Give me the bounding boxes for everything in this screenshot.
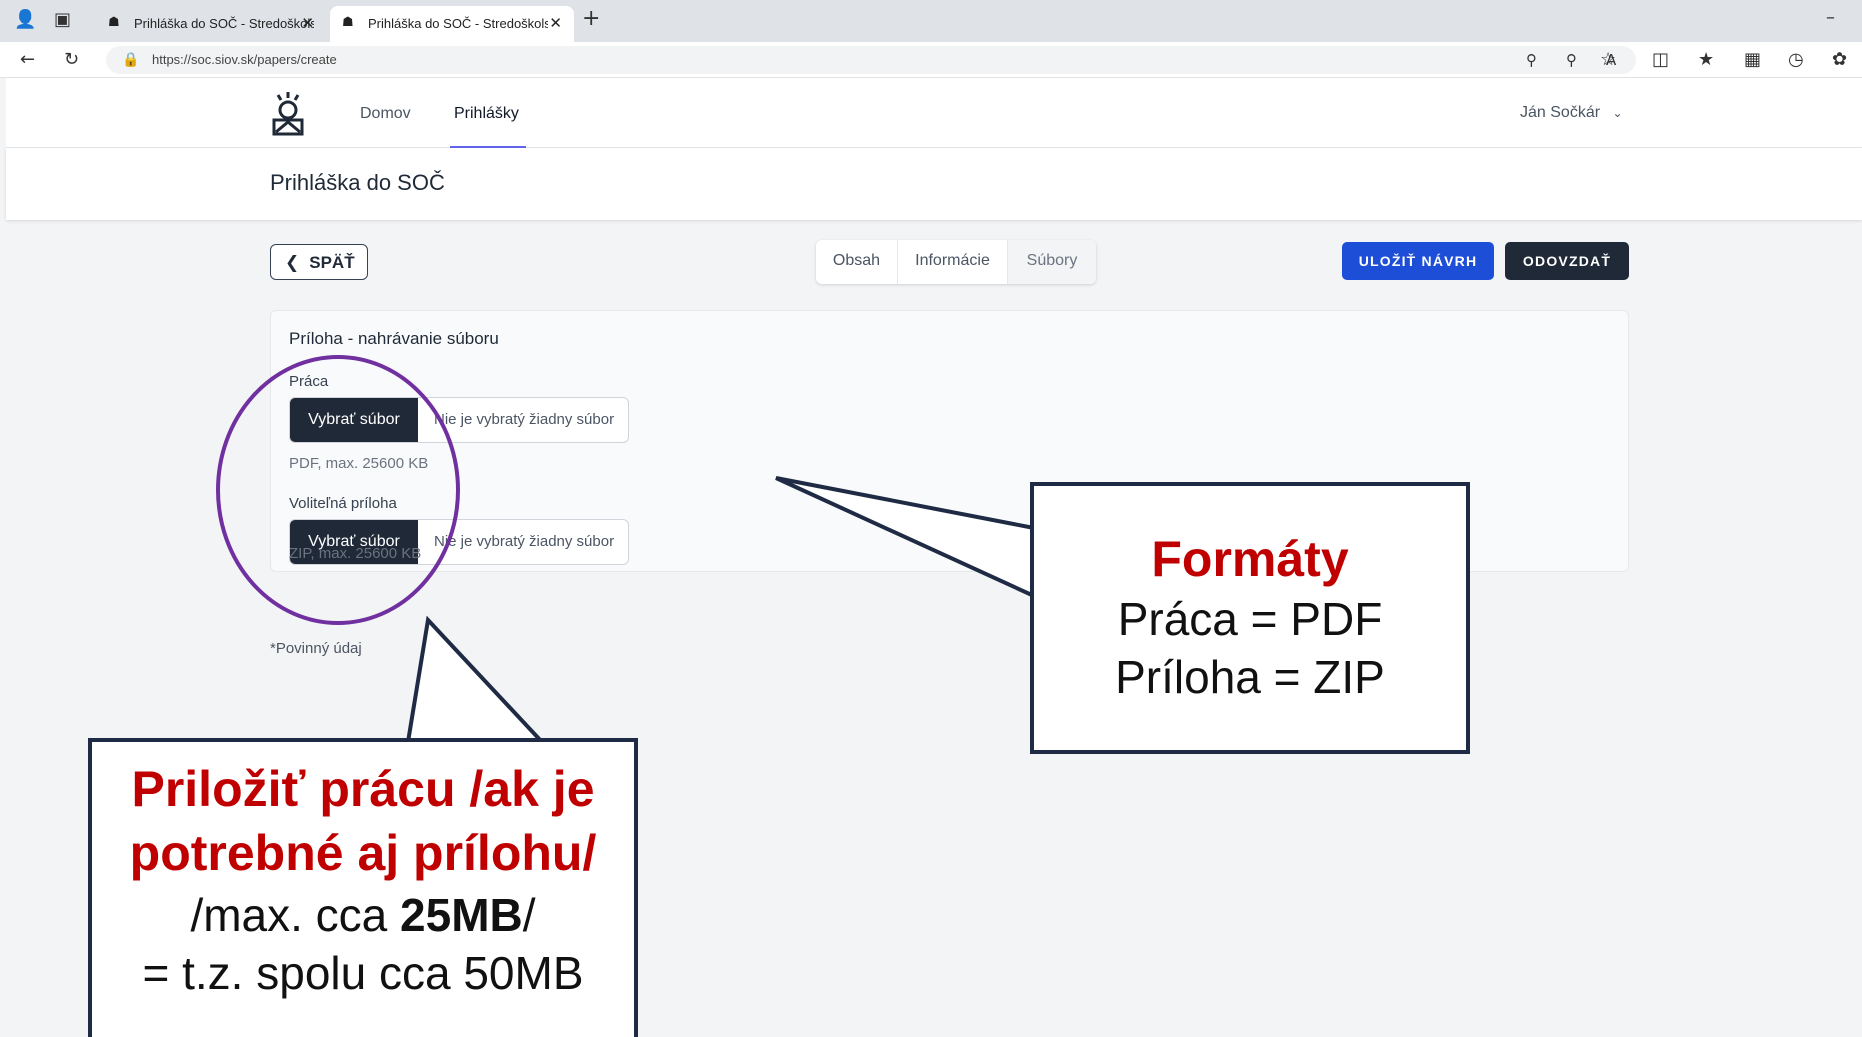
choose-file-button[interactable]: Vybrať súbor [290, 398, 418, 442]
tab-files[interactable]: Súbory [1008, 240, 1096, 284]
extensions-icon[interactable]: ✿ [1832, 50, 1847, 70]
url-field[interactable]: 🔒 https://soc.siov.sk/papers/create ⚲ ⚲ … [106, 46, 1636, 74]
key-icon[interactable]: ⚲ [1526, 50, 1537, 70]
browser-tab-1[interactable]: ☗ Prihláška do SOČ - Stredoškolská ✕ [96, 6, 326, 42]
optional-attachment-label: Voliteľná príloha [289, 495, 397, 512]
browser-tab-bar: 👤 ▣ ☗ Prihláška do SOČ - Stredoškolská ✕… [0, 0, 1862, 42]
web-page: Domov Prihlášky Ján Sočkár ⌄ Prihláška d… [6, 78, 1862, 1037]
new-tab-icon[interactable]: + [582, 8, 600, 30]
lock-icon[interactable]: 🔒 [122, 50, 139, 70]
submit-button[interactable]: ODOVZDAŤ [1505, 242, 1629, 280]
file-upload-card: Príloha - nahrávanie súboru Práca Vybrať… [270, 310, 1629, 572]
optional-attachment-hint: ZIP, max. 25600 KB [289, 545, 422, 562]
close-tab-icon[interactable]: ✕ [549, 14, 562, 32]
nav-home-link[interactable]: Domov [360, 105, 411, 123]
browser-tab-2[interactable]: ☗ Prihláška do SOČ - Stredoškolská ✕ [330, 6, 574, 42]
nav-applications-link[interactable]: Prihlášky [454, 105, 519, 123]
back-arrow-icon[interactable]: ← [20, 50, 35, 70]
split-screen-icon[interactable]: ◫ [1652, 50, 1669, 70]
browser-window: 👤 ▣ ☗ Prihláška do SOČ - Stredoškolská ✕… [0, 0, 1862, 1037]
site-favicon-icon: ☗ [108, 15, 120, 30]
site-favicon-icon: ☗ [342, 15, 354, 30]
back-button-label: SPÄŤ [309, 253, 355, 272]
page-title: Prihláška do SOČ [270, 170, 445, 195]
browser-tab-title: Prihláška do SOČ - Stredoškolská [134, 16, 314, 31]
thesis-file-hint: PDF, max. 25600 KB [289, 455, 429, 472]
chevron-left-icon: ❮ [285, 253, 300, 273]
file-status-text: Nie je vybratý žiadny súbor [434, 411, 615, 428]
history-icon[interactable]: ◷ [1788, 50, 1804, 70]
reload-icon[interactable]: ↻ [64, 50, 79, 70]
profile-icon[interactable]: 👤 [14, 10, 36, 30]
minimize-icon[interactable]: – [1826, 8, 1835, 28]
user-name: Ján Sočkár [1520, 104, 1601, 121]
tab-information[interactable]: Informácie [898, 240, 1008, 284]
tab-actions-icon[interactable]: ▣ [54, 10, 71, 30]
thesis-file-input[interactable]: Vybrať súbor Nie je vybratý žiadny súbor [289, 397, 629, 443]
favorites-icon[interactable]: ★ [1698, 50, 1714, 70]
zoom-icon[interactable]: ⚲ [1566, 50, 1577, 70]
chevron-down-icon: ⌄ [1612, 106, 1623, 120]
address-bar: ← ↻ 🔒 https://soc.siov.sk/papers/create … [0, 42, 1862, 78]
close-tab-icon[interactable]: ✕ [301, 14, 314, 32]
section-tabs: Obsah Informácie Súbory [816, 240, 1096, 284]
url-text[interactable]: https://soc.siov.sk/papers/create [152, 52, 337, 67]
tab-content[interactable]: Obsah [816, 240, 898, 284]
back-button[interactable]: ❮ SPÄŤ [270, 244, 368, 280]
thesis-file-label: Práca [289, 373, 329, 390]
save-draft-button[interactable]: ULOŽIŤ NÁVRH [1342, 242, 1494, 280]
browser-tab-title: Prihláška do SOČ - Stredoškolská [368, 16, 548, 31]
top-navbar: Domov Prihlášky Ján Sočkár ⌄ [6, 78, 1862, 148]
favorite-star-icon[interactable]: ☆ [1600, 50, 1616, 70]
page-header: Prihláška do SOČ [6, 148, 1862, 220]
required-field-note: *Povinný údaj [270, 640, 362, 657]
card-title: Príloha - nahrávanie súboru [289, 329, 499, 348]
user-menu[interactable]: Ján Sočkár ⌄ [1520, 104, 1623, 122]
file-status-text: Nie je vybratý žiadny súbor [434, 533, 615, 550]
soc-logo-icon[interactable] [268, 90, 308, 136]
collections-icon[interactable]: ▦ [1744, 50, 1761, 70]
